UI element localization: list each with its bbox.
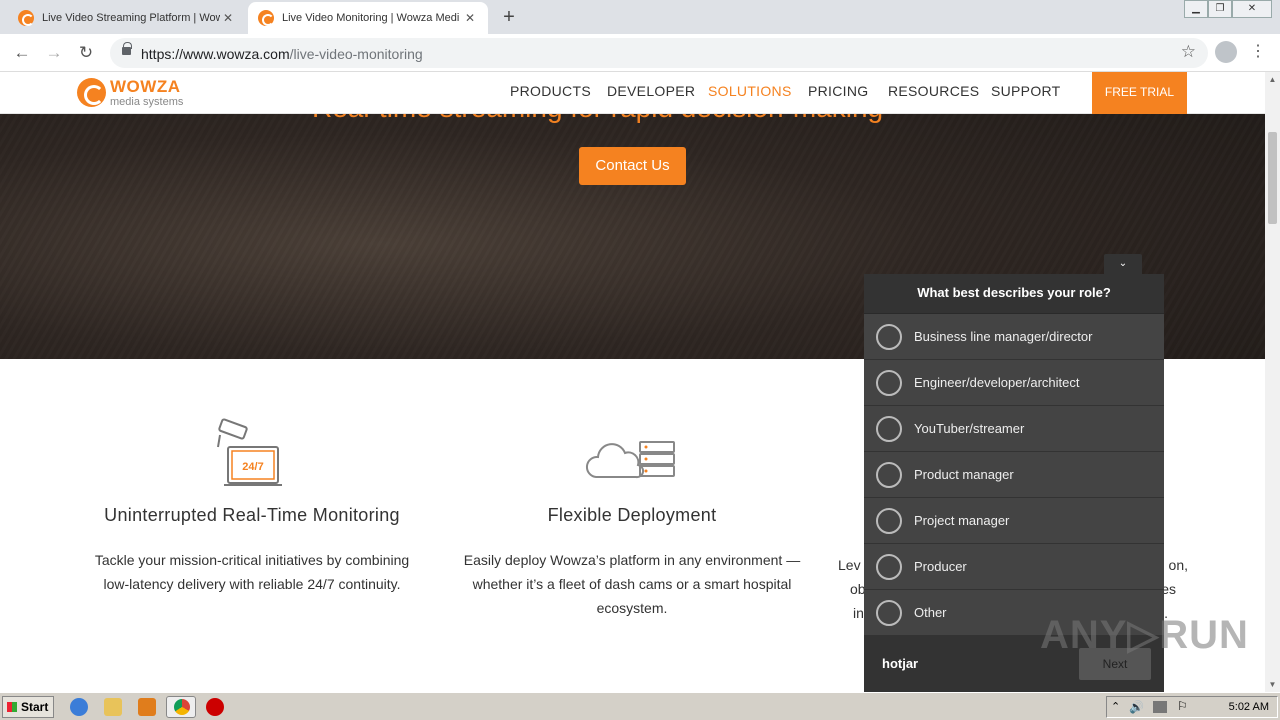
cloud-server-icon [582, 417, 682, 491]
wowza-favicon-icon [18, 10, 34, 26]
system-tray: ⌃ 🔊 ⚐ 5:02 AM [1106, 696, 1278, 718]
nav-developer[interactable]: DEVELOPER [607, 83, 695, 99]
volume-icon[interactable]: 🔊 [1129, 700, 1144, 714]
bookmark-star-icon[interactable]: ☆ [1181, 42, 1196, 62]
folder-icon[interactable] [104, 698, 122, 716]
page-scrollbar[interactable]: ▲ ▼ [1265, 72, 1280, 692]
scrollbar-thumb[interactable] [1268, 132, 1277, 224]
tab-title: Live Video Monitoring | Wowza Medi [282, 12, 460, 24]
media-player-icon[interactable] [138, 698, 156, 716]
option-label: Engineer/developer/architect [914, 375, 1080, 390]
internet-explorer-icon[interactable] [70, 698, 88, 716]
feature-text: Easily deploy Wowza’s platform in any en… [463, 552, 801, 616]
tab-close-icon[interactable]: ✕ [462, 11, 478, 25]
tab-close-icon[interactable]: ✕ [220, 11, 236, 25]
radio-button-icon[interactable] [876, 599, 902, 626]
radio-button-icon[interactable] [876, 369, 902, 396]
browser-tab[interactable]: Live Video Streaming Platform | Wow ✕ [8, 2, 246, 34]
feature-deployment: Flexible Deployment Easily deploy Wowza’… [452, 417, 812, 620]
back-arrow-icon[interactable]: ← [10, 41, 34, 65]
antivirus-icon[interactable] [206, 698, 224, 716]
scroll-down-icon[interactable]: ▼ [1265, 677, 1280, 692]
radio-button-icon[interactable] [876, 553, 902, 580]
survey-option[interactable]: Producer [864, 544, 1164, 590]
option-label: Business line manager/director [914, 329, 1093, 344]
profile-avatar-icon[interactable] [1215, 41, 1237, 63]
radio-button-icon[interactable] [876, 323, 902, 350]
feature-text: Tackle your mission-critical initiatives… [94, 552, 410, 592]
surveillance-24-7-icon: 24/7 [212, 417, 292, 491]
feature-partial-text: on, [1168, 557, 1188, 573]
logo-subtitle: media systems [110, 96, 184, 108]
lock-icon [122, 42, 132, 55]
survey-option[interactable]: Business line manager/director [864, 314, 1164, 360]
feature-title: Flexible Deployment [547, 505, 717, 525]
wowza-favicon-icon [258, 10, 274, 26]
survey-question: What best describes your role? [864, 274, 1164, 314]
scroll-up-icon[interactable]: ▲ [1265, 72, 1280, 87]
radio-button-icon[interactable] [876, 507, 902, 534]
anyrun-watermark: ANY▷RUN [1040, 613, 1249, 657]
logo-word: WOWZA [110, 77, 181, 96]
start-button[interactable]: Start [2, 696, 54, 718]
restore-window-button[interactable]: ❐ [1208, 0, 1232, 18]
option-label: YouTuber/streamer [914, 421, 1025, 436]
wowza-logo[interactable]: WOWZA media systems [77, 76, 187, 110]
chrome-icon [174, 699, 190, 715]
nav-products[interactable]: PRODUCTS [510, 83, 591, 99]
option-label: Product manager [914, 467, 1014, 482]
forward-arrow-icon[interactable]: → [42, 41, 66, 65]
tab-title: Live Video Streaming Platform | Wow [42, 12, 220, 24]
feature-monitoring: 24/7 Uninterrupted Real-Time Monitoring … [72, 417, 432, 596]
site-header: WOWZA media systems PRODUCTS DEVELOPER S… [0, 72, 1265, 114]
hotjar-logo[interactable]: hotjar [882, 656, 918, 671]
tray-expand-icon[interactable]: ⌃ [1111, 700, 1120, 713]
survey-option[interactable]: Product manager [864, 452, 1164, 498]
survey-option[interactable]: YouTuber/streamer [864, 406, 1164, 452]
nav-solutions[interactable]: SOLUTIONS [708, 83, 792, 99]
contact-us-button[interactable]: Contact Us [579, 147, 686, 185]
radio-button-icon[interactable] [876, 461, 902, 488]
survey-collapse-button[interactable]: ⌄ [1104, 254, 1142, 274]
flag-icon[interactable]: ⚐ [1177, 699, 1188, 713]
wowza-logo-icon [77, 78, 106, 107]
option-label: Project manager [914, 513, 1010, 528]
browser-toolbar: ← → ↻ https://www.wowza.com/live-video-m… [0, 34, 1280, 72]
feature-partial-text: in [853, 605, 864, 621]
new-tab-button[interactable]: + [498, 6, 520, 29]
feature-title: Uninterrupted Real-Time Monitoring [104, 505, 400, 525]
survey-option[interactable]: Engineer/developer/architect [864, 360, 1164, 406]
url-text: https://www.wowza.com/live-video-monitor… [141, 46, 423, 62]
taskbar-clock[interactable]: 5:02 AM [1229, 701, 1269, 713]
minimize-window-button[interactable]: ▁ [1184, 0, 1208, 18]
browser-tab-active[interactable]: Live Video Monitoring | Wowza Medi ✕ [248, 2, 488, 34]
address-bar[interactable]: https://www.wowza.com/live-video-monitor… [110, 38, 1208, 68]
network-icon[interactable] [1153, 701, 1167, 713]
feature-partial-text: Lev [838, 557, 861, 573]
survey-option[interactable]: Project manager [864, 498, 1164, 544]
free-trial-button[interactable]: FREE TRIAL [1092, 72, 1187, 114]
chrome-taskbar-button[interactable] [166, 696, 196, 718]
nav-resources[interactable]: RESOURCES [888, 83, 979, 99]
nav-support[interactable]: SUPPORT [991, 83, 1061, 99]
windows-taskbar: Start ⌃ 🔊 ⚐ 5:02 AM [0, 692, 1280, 720]
option-label: Producer [914, 559, 967, 574]
nav-pricing[interactable]: PRICING [808, 83, 868, 99]
reload-icon[interactable]: ↻ [74, 41, 98, 65]
browser-tab-strip: Live Video Streaming Platform | Wow ✕ Li… [0, 0, 1280, 34]
radio-button-icon[interactable] [876, 415, 902, 442]
close-window-button[interactable]: ✕ [1232, 0, 1272, 18]
icon-24-7-label: 24/7 [242, 461, 263, 473]
option-label: Other [914, 605, 947, 620]
browser-menu-icon[interactable]: ⋮ [1250, 41, 1266, 61]
